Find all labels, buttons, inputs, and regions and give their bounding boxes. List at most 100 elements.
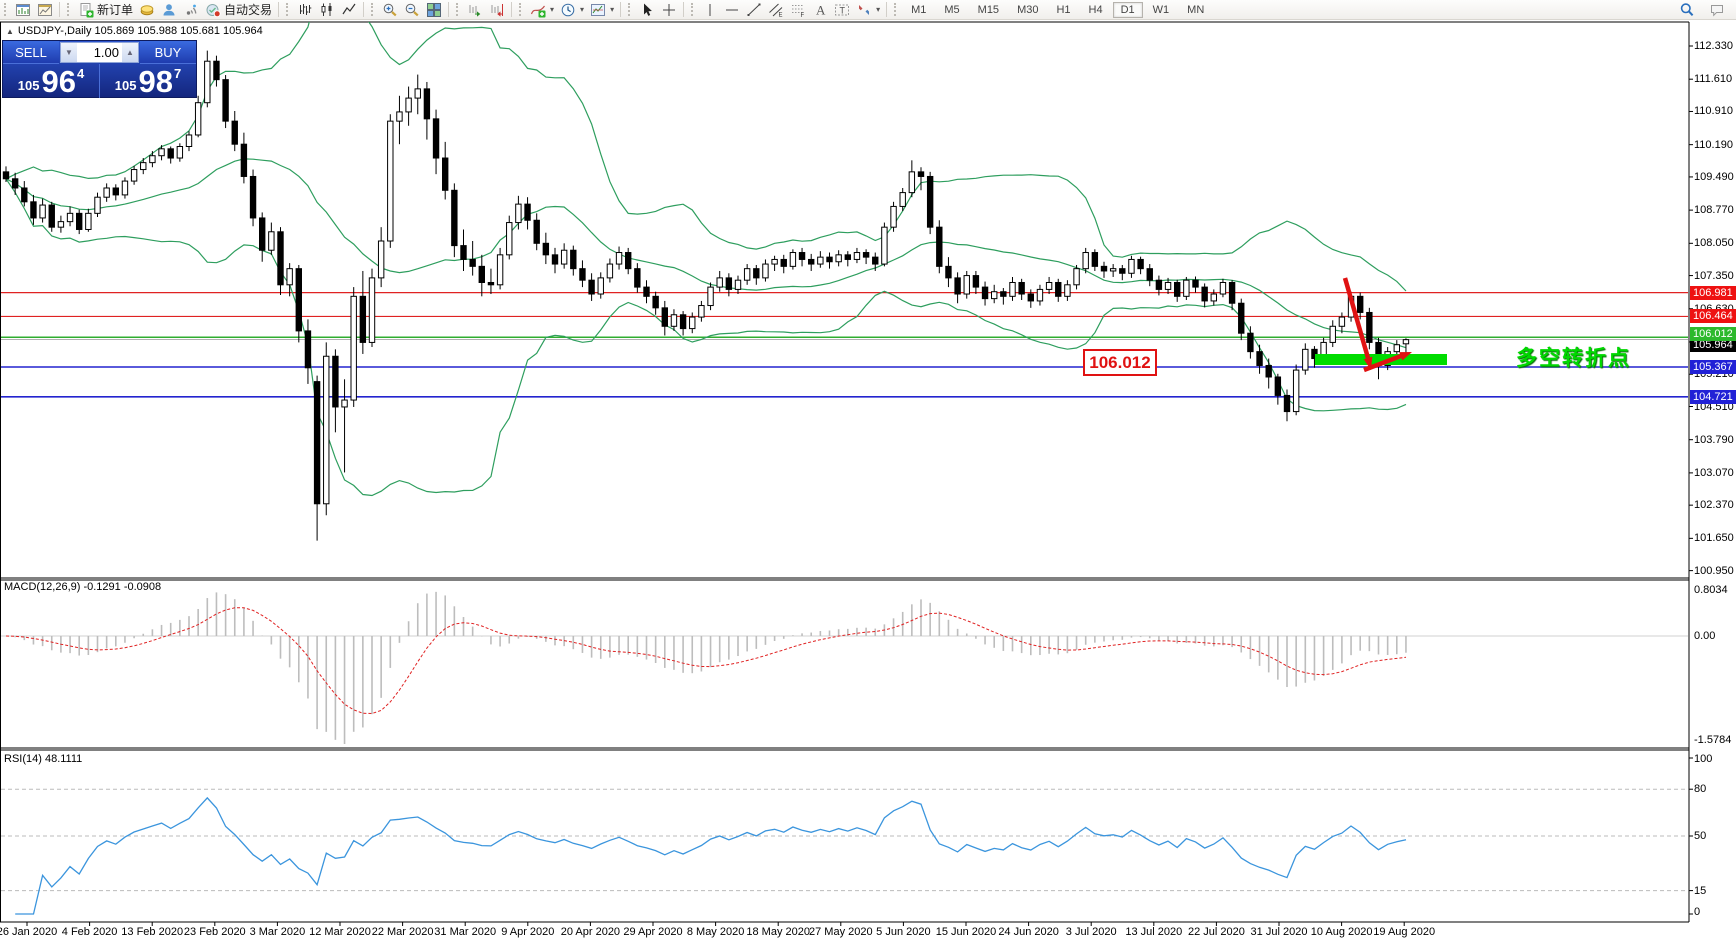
chevron-down-icon[interactable]: ▾ [550,5,554,14]
date-tick-label: 18 May 2020 [746,926,810,938]
new-chart-icon[interactable] [12,1,34,18]
turning-point-annotation[interactable]: 多空转折点 [1516,342,1631,372]
date-tick-label: 26 Jan 2020 [0,926,57,938]
date-tick-label: 20 Apr 2020 [561,926,620,938]
chart-shift-icon[interactable] [486,1,508,18]
text-icon[interactable]: A [809,1,831,18]
signals-icon[interactable] [180,1,202,18]
price-marker-106.981: 106.981 [1690,286,1736,300]
toolbar-grip [67,3,72,16]
volume-up-icon[interactable]: ▲ [122,43,138,62]
macd-axis-label: 0.8034 [1694,584,1736,597]
svg-text:A: A [816,2,826,17]
new-order-label: 新订单 [97,1,133,18]
timeframe-button-m30[interactable]: M30 [1009,2,1046,18]
timeframe-button-m5[interactable]: M5 [936,2,967,18]
periods-icon[interactable]: ▾ [557,1,587,18]
templates-icon[interactable]: ▾ [587,1,617,18]
macd-axis-label: 0.00 [1694,630,1736,643]
search-icon[interactable] [1676,1,1698,18]
label-icon[interactable]: T [831,1,853,18]
zoom-out-icon[interactable] [401,1,423,18]
timeframe-button-d1[interactable]: D1 [1113,2,1143,18]
horizontal-line-icon[interactable] [721,1,743,18]
price-tick-label: 111.610 [1694,73,1736,86]
deposit-icon[interactable] [136,1,158,18]
date-tick-label: 27 May 2020 [809,926,873,938]
date-tick-label: 4 Feb 2020 [62,926,118,938]
volume-down-icon[interactable]: ▼ [61,43,77,62]
date-tick-label: 29 Apr 2020 [623,926,682,938]
line-chart-icon[interactable] [338,1,360,18]
profiles-icon[interactable] [34,1,56,18]
chevron-down-icon[interactable]: ▾ [876,5,880,14]
date-tick-label: 3 Jul 2020 [1066,926,1117,938]
timeframe-button-h1[interactable]: H1 [1048,2,1078,18]
chart-drawing [0,20,1736,942]
toolbar-grip [628,3,633,16]
volume-input[interactable] [77,43,122,62]
timeframe-button-m1[interactable]: M1 [903,2,934,18]
timeframe-button-w1[interactable]: W1 [1145,2,1178,18]
community-icon[interactable] [158,1,180,18]
zoom-in-icon[interactable] [379,1,401,18]
oct-collapse-icon[interactable]: ▲ [6,27,14,36]
sell-price[interactable]: 105964 [3,64,100,98]
tile-windows-icon[interactable] [423,1,445,18]
svg-text:E: E [779,12,783,18]
auto-scroll-icon[interactable] [464,1,486,18]
date-tick-label: 31 Mar 2020 [434,926,496,938]
candlestick-icon[interactable] [316,1,338,18]
autotrading-icon[interactable]: 自动交易 [202,1,275,18]
mt4-window: 新订单 自动交易 ▾ ▾ ▾ E F AT ▾ M1M5M15M30H1H4D1W1MN ▲USD… [0,0,1736,942]
price-tick-label: 103.070 [1694,467,1736,480]
toolbar-separator [683,2,684,17]
vertical-line-icon[interactable] [699,1,721,18]
fibonacci-icon[interactable]: F [787,1,809,18]
price-tick-label: 110.910 [1694,105,1736,118]
date-tick-label: 19 Aug 2020 [1373,926,1435,938]
crosshair-icon[interactable] [658,1,680,18]
price-tick-label: 102.370 [1694,499,1736,512]
date-tick-label: 5 Jun 2020 [876,926,930,938]
volume-control: ▼ ▲ [60,42,139,63]
timeframe-button-h4[interactable]: H4 [1081,2,1111,18]
rsi-axis-label: 50 [1694,830,1736,843]
sell-button[interactable]: SELL [3,41,59,64]
new-order-icon[interactable]: 新订单 [75,1,136,18]
trendline-icon[interactable] [743,1,765,18]
chevron-down-icon[interactable]: ▾ [580,5,584,14]
indicators-icon[interactable]: ▾ [527,1,557,18]
autotrading-label: 自动交易 [224,1,272,18]
buy-price[interactable]: 105987 [100,64,196,98]
cursor-icon[interactable] [636,1,658,18]
toolbar-grip [286,3,291,16]
date-tick-label: 13 Feb 2020 [121,926,183,938]
buy-button[interactable]: BUY [140,41,196,64]
date-tick-label: 15 Jun 2020 [936,926,997,938]
price-tick-label: 112.330 [1694,40,1736,53]
rsi-axis-label: 15 [1694,885,1736,898]
one-click-trading-panel: SELL ▼ ▲ BUY 105964 105987 [2,40,197,98]
price-tick-label: 108.770 [1694,204,1736,217]
chat-icon[interactable] [1706,1,1728,18]
toolbar-grip [456,3,461,16]
channel-icon[interactable]: E [765,1,787,18]
svg-text:F: F [801,13,805,18]
toolbar-separator [620,2,621,17]
arrows-icon[interactable]: ▾ [853,1,883,18]
price-tick-label: 108.050 [1694,237,1736,250]
chart-title: ▲USDJPY-,Daily 105.869 105.988 105.681 1… [6,25,263,37]
bar-chart-icon[interactable] [294,1,316,18]
chart-canvas[interactable]: ▲USDJPY-,Daily 105.869 105.988 105.681 1… [0,20,1736,942]
date-tick-label: 3 Mar 2020 [250,926,306,938]
toolbar-separator [511,2,512,17]
timeframe-button-mn[interactable]: MN [1179,2,1212,18]
price-annotation-box[interactable]: 106.012 [1083,349,1157,376]
toolbar-grip [371,3,376,16]
price-marker-104.721: 104.721 [1690,390,1736,404]
rsi-axis-label: 80 [1694,783,1736,796]
timeframe-button-m15[interactable]: M15 [970,2,1007,18]
toolbar-grip [691,3,696,16]
chevron-down-icon[interactable]: ▾ [610,5,614,14]
